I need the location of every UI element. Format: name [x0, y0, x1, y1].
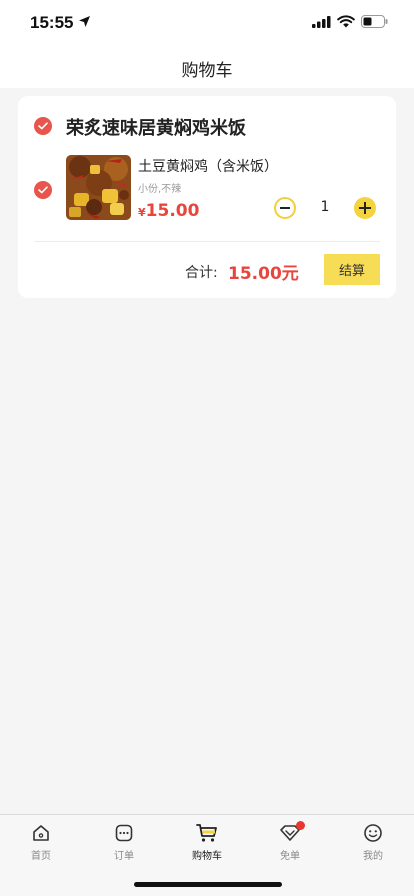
checkout-button[interactable]: 结算: [324, 254, 380, 285]
item-quantity: 1: [320, 199, 330, 215]
tab-label: 首页: [31, 851, 51, 862]
profile-icon: [364, 824, 382, 842]
item-price: ¥15.00: [138, 201, 199, 221]
total-label: 合计:: [185, 265, 218, 281]
location-arrow-icon: [79, 16, 90, 27]
item-price-value: 15.00: [145, 201, 200, 221]
minus-icon: [280, 207, 290, 209]
tab-orders[interactable]: 订单: [83, 823, 165, 862]
tab-label: 订单: [114, 851, 134, 862]
tab-cart[interactable]: 购物车: [166, 823, 248, 862]
page-title: 购物车: [181, 61, 233, 81]
status-bar: 15:55: [0, 0, 414, 46]
shop-select-checkbox[interactable]: [34, 117, 52, 135]
braised-chicken-food-photo: [66, 155, 131, 220]
plus-icon: [359, 202, 371, 214]
home-icon: [33, 825, 49, 841]
tab-profile[interactable]: 我的: [332, 823, 414, 862]
order-icon: [115, 824, 133, 842]
decrease-quantity-button[interactable]: [274, 197, 296, 219]
tab-label: 购物车: [192, 851, 222, 862]
tab-label: 我的: [363, 851, 383, 862]
cart-shop-card: 荣炙速味居黄焖鸡米饭 土豆黄焖鸡（含米饭） 小份,不辣 ¥15.00 1 合计:…: [18, 96, 396, 298]
cart-icon: [196, 824, 217, 842]
item-image[interactable]: [66, 155, 131, 220]
shop-name[interactable]: 荣炙速味居黄焖鸡米饭: [66, 114, 246, 140]
checkmark-icon: [38, 122, 48, 130]
status-time: 15:55: [30, 13, 74, 32]
nav-bar: 购物车: [0, 46, 414, 88]
divider: [34, 241, 380, 242]
item-name[interactable]: 土豆黄焖鸡（含米饭）: [138, 156, 278, 176]
increase-quantity-button[interactable]: [354, 197, 376, 219]
item-spec: 小份,不辣: [138, 184, 182, 195]
tab-free-order[interactable]: 免单: [249, 821, 331, 862]
home-indicator: [134, 882, 282, 887]
checkmark-icon: [38, 186, 48, 194]
cellular-signal-icon: [312, 16, 331, 28]
total-value: 15.00元: [228, 264, 299, 284]
notification-badge: [296, 821, 305, 830]
currency-symbol: ¥: [138, 206, 146, 219]
tab-label: 免单: [280, 851, 300, 862]
wifi-icon: [337, 15, 355, 28]
tab-home[interactable]: 首页: [0, 823, 82, 862]
battery-icon: [361, 15, 388, 28]
item-select-checkbox[interactable]: [34, 181, 52, 199]
